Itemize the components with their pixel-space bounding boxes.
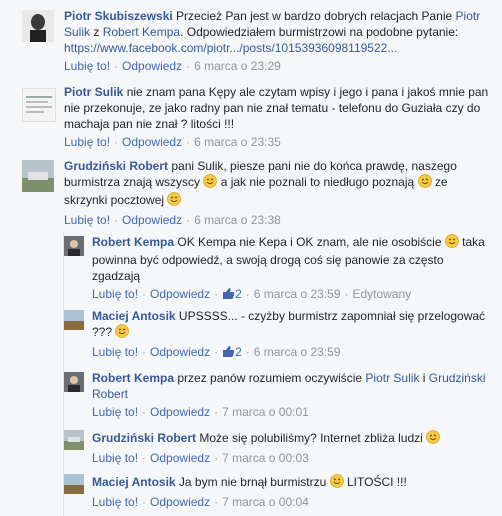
reply-robert-kempa: Robert Kempa OK Kempa nie Kepa i OK znam…: [0, 232, 502, 304]
thumbs-up-icon: [222, 287, 235, 304]
timestamp[interactable]: 6 marca o 23:59: [254, 345, 341, 359]
post-url-link[interactable]: https://www.facebook.com/piotr.../posts/…: [64, 41, 397, 55]
reply-button[interactable]: Odpowiedz: [150, 451, 210, 465]
reply-button[interactable]: Odpowiedz: [150, 405, 210, 419]
comment-text: OK Kempa nie Kepa i OK znam, ale nie oso…: [177, 235, 445, 249]
timestamp[interactable]: 6 marca o 23:29: [194, 59, 281, 73]
comment-text: nie znam pana Kępy ale czytam wpisy i je…: [64, 85, 489, 131]
like-button[interactable]: Lubię to!: [92, 345, 138, 359]
comment-piotr-sulik: Piotr Sulik nie znam pana Kępy ale czyta…: [0, 80, 502, 154]
avatar[interactable]: [22, 10, 54, 42]
comment-grudzinski-robert: Grudziński Robert pani Sulik, piesze pan…: [0, 154, 502, 232]
timestamp[interactable]: 6 marca o 23:38: [194, 213, 281, 227]
smile-emoji-icon: [167, 192, 182, 210]
like-button[interactable]: Lubię to!: [64, 213, 110, 227]
reply-button[interactable]: Odpowiedz: [122, 59, 182, 73]
thumbs-up-icon: [222, 345, 235, 362]
reply-maciej-antosik: Maciej Antosik UPSSSS... - czyżby burmis…: [0, 304, 502, 370]
reply-button[interactable]: Odpowiedz: [122, 213, 182, 227]
avatar[interactable]: [64, 430, 84, 450]
timestamp[interactable]: 6 marca o 23:35: [194, 135, 281, 149]
mention-link[interactable]: Robert Kempa: [103, 25, 180, 39]
comment-author[interactable]: Maciej Antosik: [92, 475, 176, 489]
comment-author[interactable]: Robert Kempa: [92, 371, 174, 385]
reply-button[interactable]: Odpowiedz: [150, 345, 210, 359]
avatar[interactable]: [22, 88, 56, 122]
comment-author[interactable]: Maciej Antosik: [92, 309, 176, 323]
comment-text: LITOŚCI !!!: [343, 475, 407, 489]
like-button[interactable]: Lubię to!: [92, 287, 138, 301]
like-button[interactable]: Lubię to!: [92, 405, 138, 419]
comment-author[interactable]: Piotr Sulik: [64, 85, 123, 99]
avatar[interactable]: [64, 236, 84, 256]
comment-text: przez panów rozumiem oczywiście: [177, 371, 366, 385]
likes-count[interactable]: 2: [222, 345, 242, 359]
comment-text: Ja bym nie brnął burmistrzu: [178, 475, 330, 489]
reply-button[interactable]: Odpowiedz: [150, 287, 210, 301]
like-button[interactable]: Lubię to!: [92, 451, 138, 465]
timestamp[interactable]: 7 marca o 00:04: [222, 495, 309, 509]
comment-piotr-skubiszewski: Piotr Skubiszewski Przecież Pan jest w b…: [0, 0, 502, 80]
mention-link[interactable]: Piotr Sulik: [365, 371, 419, 385]
comment-text: z: [90, 25, 103, 39]
edited-label[interactable]: Edytowany: [353, 287, 412, 301]
timestamp[interactable]: 6 marca o 23:59: [254, 287, 341, 301]
smile-emoji-icon: [203, 174, 218, 192]
reply-maciej-antosik-2: Maciej Antosik Ja bym nie brnął burmistr…: [0, 470, 502, 516]
reply-robert-kempa-2: Robert Kempa przez panów rozumiem oczywi…: [0, 370, 502, 426]
like-button[interactable]: Lubię to!: [64, 59, 110, 73]
comment-author[interactable]: Robert Kempa: [92, 235, 174, 249]
smile-emoji-icon: [444, 234, 459, 252]
timestamp[interactable]: 7 marca o 00:01: [222, 405, 309, 419]
smile-emoji-icon: [417, 174, 432, 192]
avatar[interactable]: [22, 160, 54, 192]
reply-button[interactable]: Odpowiedz: [150, 495, 210, 509]
like-button[interactable]: Lubię to!: [92, 495, 138, 509]
avatar[interactable]: [64, 474, 84, 494]
avatar[interactable]: [64, 372, 84, 392]
smile-emoji-icon: [426, 430, 441, 448]
like-button[interactable]: Lubię to!: [64, 135, 110, 149]
likes-count[interactable]: 2: [222, 287, 242, 301]
comment-text: Może się polubiliśmy? Internet zbliża lu…: [199, 431, 427, 445]
comment-text: i: [419, 371, 429, 385]
smile-emoji-icon: [329, 474, 344, 492]
comment-text: a jak nie poznali to niedługo poznają: [217, 175, 418, 189]
reply-grudzinski-robert: Grudziński Robert Może się polubiliśmy? …: [0, 426, 502, 468]
timestamp[interactable]: 7 marca o 00:03: [222, 451, 309, 465]
comment-author[interactable]: Piotr Skubiszewski: [64, 9, 173, 23]
comment-author[interactable]: Grudziński Robert: [92, 431, 196, 445]
comment-text: . Odpowiedziałem burmistrzowi na podobne…: [180, 25, 459, 39]
comment-text: Przecież Pan jest w bardzo dobrych relac…: [176, 9, 456, 23]
comment-author[interactable]: Grudziński Robert: [64, 159, 168, 173]
avatar[interactable]: [64, 310, 84, 330]
reply-button[interactable]: Odpowiedz: [122, 135, 182, 149]
smile-emoji-icon: [115, 324, 130, 342]
